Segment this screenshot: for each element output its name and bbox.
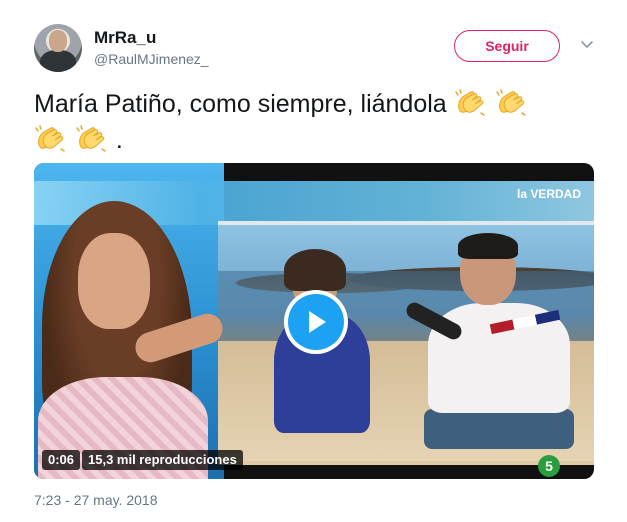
- clapping-hands-icon: [76, 125, 106, 152]
- tweet-trailing-punct: .: [115, 126, 123, 154]
- view-count: 15,3 mil reproducciones: [82, 450, 243, 470]
- follow-button[interactable]: Seguir: [454, 30, 560, 62]
- clapping-hands-emoji: [75, 125, 116, 154]
- tweet-text-body: María Patiño, como siempre, liándola: [34, 90, 447, 118]
- clapping-hands-emoji: [454, 89, 495, 118]
- tweet-text: María Patiño, como siempre, liándola .: [34, 86, 594, 158]
- woman-hair: [284, 249, 346, 291]
- man-with-microphone: [420, 233, 574, 449]
- presenter-face: [78, 233, 150, 329]
- play-icon: [309, 311, 326, 333]
- man-hair: [458, 233, 518, 259]
- avatar-body: [40, 50, 76, 72]
- user-handle[interactable]: @RaulMJimenez_: [94, 51, 209, 67]
- tweet-timestamp[interactable]: 7:23 - 27 may. 2018: [34, 492, 157, 508]
- clapping-hands-icon: [454, 89, 485, 116]
- play-button[interactable]: [288, 294, 344, 350]
- clapping-hands-emoji: [34, 125, 75, 154]
- display-name[interactable]: MrRa_u: [94, 28, 156, 48]
- video-duration: 0:06: [42, 450, 81, 470]
- show-logo: la VERDAD: [516, 187, 581, 201]
- man-pants: [424, 409, 574, 449]
- avatar-head: [49, 30, 67, 52]
- clapping-hands-icon: [495, 89, 526, 116]
- video-player[interactable]: la VERDAD 5 0:06 15,3 mil reproducciones: [34, 163, 594, 479]
- avatar[interactable]: [34, 24, 82, 72]
- tweet-card: MrRa_u @RaulMJimenez_ Seguir María Patiñ…: [0, 0, 627, 522]
- clapping-hands-icon: [35, 125, 65, 152]
- chevron-down-icon[interactable]: [580, 38, 594, 52]
- clapping-hands-emoji: [495, 89, 529, 118]
- channel-logo: 5: [538, 455, 560, 477]
